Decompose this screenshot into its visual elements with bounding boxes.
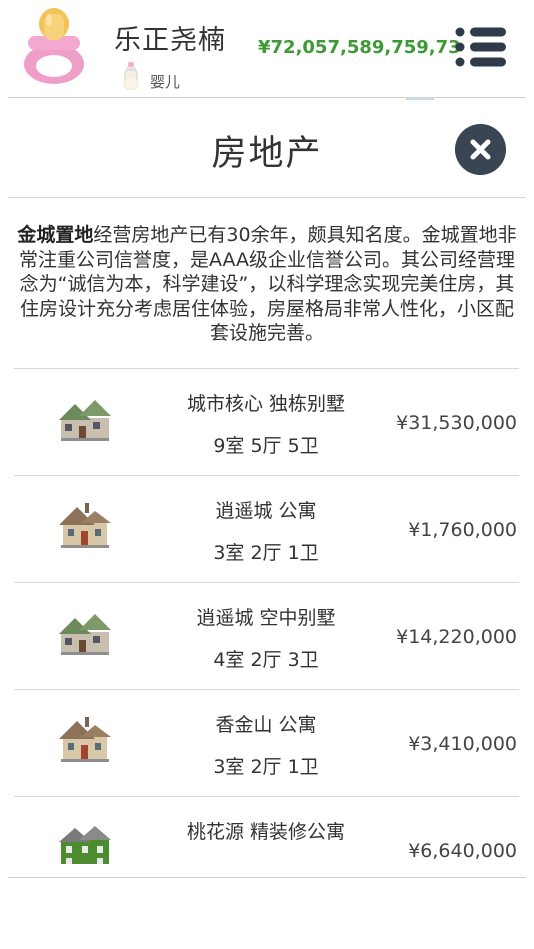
villa-icon [59,614,111,655]
property-price: ¥14,220,000 [396,626,517,648]
menu-icon[interactable] [454,26,508,68]
scroll-indicator [406,97,434,100]
header-divider [8,97,526,98]
property-list: 城市核心 独栋别墅 9室 5厅 5卫 ¥31,530,000 逍遥城 公寓 3室… [14,368,519,864]
property-price: ¥3,410,000 [408,733,517,755]
top-bar: 乐正尧楠 ¥72,057,589,759,73 婴儿 [0,0,534,97]
villa-icon [59,400,111,441]
life-stage-label: 婴儿 [150,73,181,91]
money-balance: ¥72,057,589,759,73 [258,37,461,58]
property-name: 香金山 公寓 [215,714,317,736]
property-name: 逍遥城 空中别墅 [196,607,336,629]
property-rooms: 3室 2厅 1卫 [213,756,319,778]
property-price: ¥6,640,000 [408,840,517,862]
property-name: 城市核心 独栋别墅 [186,393,346,415]
property-rooms: 3室 2厅 1卫 [213,542,319,564]
apartment-icon [59,503,111,548]
property-name: 桃花源 精装修公寓 [186,821,346,843]
property-price: ¥1,760,000 [408,519,517,541]
property-row[interactable]: 逍遥城 空中别墅 4室 2厅 3卫 ¥14,220,000 [14,582,519,689]
company-description: 金城置地经营房地产已有30余年，颇具知名度。金城置地非常注重公司信誉度，是AAA… [14,223,520,346]
title-divider [8,197,526,198]
company-name: 金城置地 [17,224,94,246]
property-price: ¥31,530,000 [396,412,517,434]
player-name: 乐正尧楠 [114,25,226,56]
apartment-icon [59,717,111,762]
green-house-icon [59,826,111,864]
list-bottom-divider [8,877,526,878]
close-icon[interactable] [455,124,506,175]
property-row[interactable]: 香金山 公寓 3室 2厅 1卫 ¥3,410,000 [14,689,519,796]
modal-title: 房地产 [211,134,323,174]
property-row[interactable]: 逍遥城 公寓 3室 2厅 1卫 ¥1,760,000 [14,475,519,582]
property-row[interactable]: 城市核心 独栋别墅 9室 5厅 5卫 ¥31,530,000 [14,368,519,475]
baby-bottle-icon [124,62,138,90]
pacifier-avatar-icon [24,8,84,84]
property-row[interactable]: 桃花源 精装修公寓 ¥6,640,000 [14,796,519,864]
property-rooms: 4室 2厅 3卫 [213,649,319,671]
property-rooms: 9室 5厅 5卫 [213,435,319,457]
property-name: 逍遥城 公寓 [215,500,317,522]
company-description-text: 经营房地产已有30余年，颇具知名度。金城置地非常注重公司信誉度，是AAA级企业信… [18,224,517,344]
